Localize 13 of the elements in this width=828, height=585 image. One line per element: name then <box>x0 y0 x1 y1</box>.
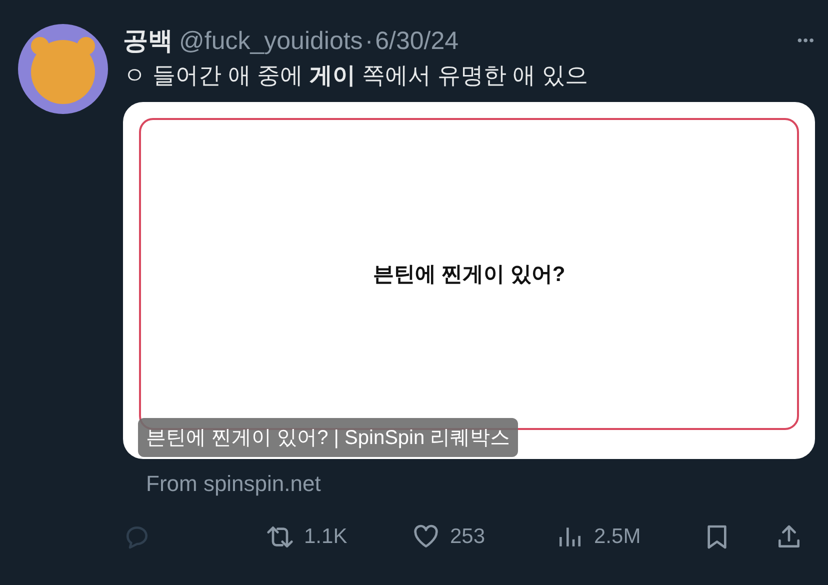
link-card[interactable]: 븐틴에 찐게이 있어? 븐틴에 찐게이 있어? | SpinSpin 리퀘박스 <box>123 102 815 459</box>
link-caption: 븐틴에 찐게이 있어? | SpinSpin 리퀘박스 <box>138 418 518 457</box>
action-count: 253 <box>450 525 486 549</box>
action-count: 2.5M <box>594 525 641 549</box>
user-handle[interactable]: @fuck_youidiots <box>179 27 363 56</box>
post-date[interactable]: 6/30/24 <box>375 27 459 56</box>
more-button[interactable]: ••• <box>797 32 815 48</box>
action-count: 1.1K <box>304 525 348 549</box>
separator-dot: · <box>364 27 374 56</box>
link-source[interactable]: From spinspin.net <box>146 471 815 497</box>
preview-headline: 븐틴에 찐게이 있어? <box>372 262 566 288</box>
display-name[interactable]: 공백 <box>123 24 173 57</box>
post-text: ㅇ 들어간 애 중에 게이 쪽에서 유명한 애 있으 <box>123 61 590 90</box>
